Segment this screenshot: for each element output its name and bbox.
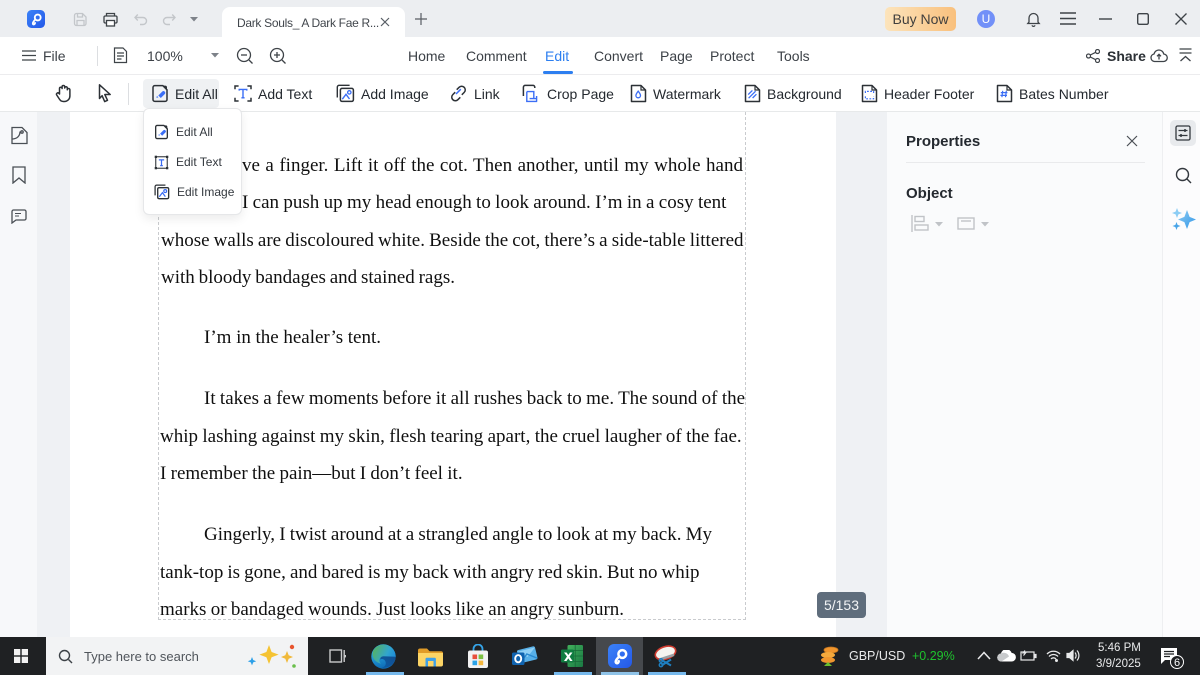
svg-text:6: 6 (1174, 657, 1180, 669)
